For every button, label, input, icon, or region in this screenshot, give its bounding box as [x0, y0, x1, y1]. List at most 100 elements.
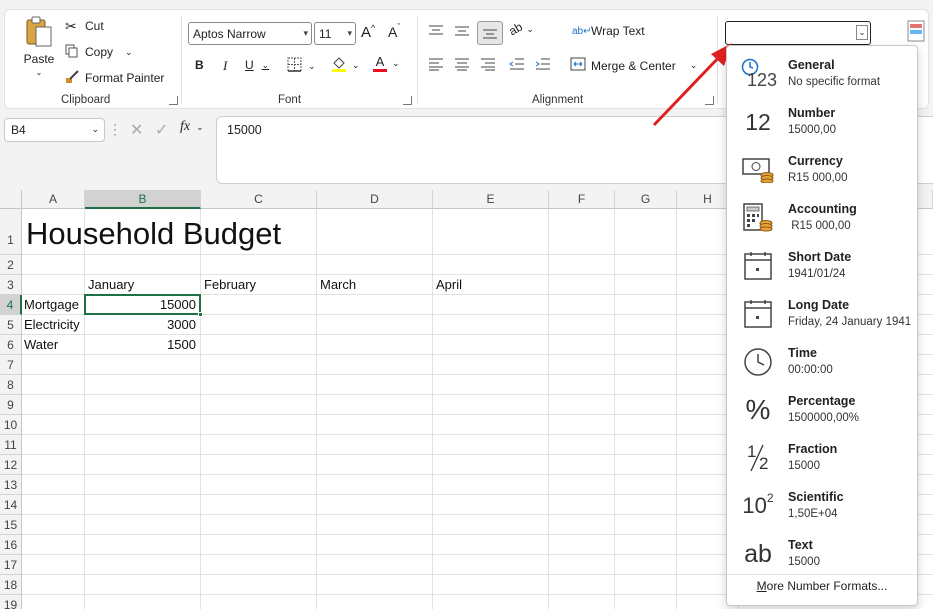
row-header-18[interactable]: 18 [0, 575, 22, 595]
fill-color-button[interactable]: ⌄ [331, 55, 360, 76]
increase-indent-button[interactable] [535, 57, 551, 74]
paste-button[interactable]: Paste ⌄ [17, 16, 61, 86]
row-header-14[interactable]: 14 [0, 495, 22, 515]
cut-button[interactable]: ✂ Cut [65, 16, 104, 36]
cancel-icon[interactable]: ✕ [130, 120, 143, 140]
sheet-title-cell[interactable]: Household Budget [26, 215, 426, 253]
align-middle-button[interactable] [454, 24, 470, 41]
number-format-dropdown: More Number Formats... 123 General No spec… [726, 45, 918, 606]
option-title: Time [788, 346, 817, 360]
number-format-option-number[interactable]: 12 Number 15000,00 [727, 98, 917, 146]
general-digits: 123 [747, 70, 778, 90]
option-title: Text [788, 538, 813, 552]
option-sample: No specific format [788, 76, 881, 88]
row-header-5[interactable]: 5 [0, 315, 22, 335]
number-format-option-scientific[interactable]: 102 Scientific 1,50E+04 [727, 482, 917, 530]
column-header-f[interactable]: F [549, 190, 615, 209]
column-header-a[interactable]: A [22, 190, 85, 209]
align-top-icon [428, 24, 444, 41]
month-header-cell[interactable]: March [320, 275, 430, 295]
align-center-button[interactable] [454, 57, 470, 74]
chevron-down-icon: ⌄ [35, 68, 43, 77]
font-name-combo[interactable]: Aptos Narrow ▾ [188, 22, 312, 45]
row-header-2[interactable]: 2 [0, 255, 22, 275]
align-right-button[interactable] [480, 57, 496, 74]
row-header-3[interactable]: 3 [0, 275, 22, 295]
number-format-option-short-date[interactable]: Short Date 1941/01/24 [727, 242, 917, 290]
column-header-b[interactable]: B [85, 190, 201, 209]
italic-button[interactable]: I [223, 58, 227, 74]
more-number-formats-link[interactable]: More Number Formats... [727, 579, 917, 593]
row-header-10[interactable]: 10 [0, 415, 22, 435]
clock-123-icon: 123 [741, 58, 778, 90]
font-size-combo[interactable]: 11 ▾ [314, 22, 356, 45]
clipboard-launcher-icon[interactable] [169, 96, 178, 105]
copy-button[interactable]: Copy ⌄ [65, 42, 133, 62]
number-format-option-fraction[interactable]: 1 2 Fraction 15000 [727, 434, 917, 482]
decrease-font-button[interactable]: Aˇ [388, 22, 400, 40]
number-format-option-time[interactable]: Time 00:00:00 [727, 338, 917, 386]
orientation-button[interactable]: ab ⌄ [506, 20, 534, 39]
fill-handle[interactable] [198, 312, 203, 317]
chevron-down-icon[interactable]: ⌄ [856, 25, 868, 40]
gridline [84, 209, 85, 609]
row-header-11[interactable]: 11 [0, 435, 22, 455]
row-header-15[interactable]: 15 [0, 515, 22, 535]
row-header-8[interactable]: 8 [0, 375, 22, 395]
number-format-option-currency[interactable]: Currency R15 000,00 [727, 146, 917, 194]
option-title: Short Date [788, 250, 852, 264]
copy-icon [65, 44, 85, 61]
increase-font-button[interactable]: A ^ [361, 23, 375, 42]
number-format-option-long-date[interactable]: Long Date Friday, 24 January 1941 [727, 290, 917, 338]
row-header-1[interactable]: 1 [0, 209, 22, 255]
number-format-option-percentage[interactable]: % Percentage 1500000,00% [727, 386, 917, 434]
clipboard-paste-icon [25, 16, 53, 48]
month-header-cell[interactable]: February [204, 275, 314, 295]
underline-button[interactable]: U ⌄ [245, 58, 269, 72]
percent-glyph: % [745, 394, 771, 425]
name-box-value: B4 [11, 123, 26, 137]
column-header-c[interactable]: C [201, 190, 317, 209]
option-title: Accounting [788, 202, 857, 216]
row-header-17[interactable]: 17 [0, 555, 22, 575]
align-top-button[interactable] [428, 24, 444, 41]
row-header-13[interactable]: 13 [0, 475, 22, 495]
number-format-option-accounting[interactable]: Accounting R15 000,00 [727, 194, 917, 242]
name-box[interactable]: B4 ⌄ [4, 118, 105, 142]
formula-value: 15000 [227, 123, 262, 137]
format-painter-button[interactable]: Format Painter [65, 68, 164, 88]
column-header-e[interactable]: E [433, 190, 549, 209]
row-header-16[interactable]: 16 [0, 535, 22, 555]
item-value-cell[interactable]: 3000 [88, 315, 196, 335]
conditional-formatting-button[interactable] [907, 20, 925, 45]
number-format-option-text[interactable]: ab Text 15000 [727, 530, 917, 578]
borders-button[interactable]: ⌄ [287, 57, 316, 75]
chevron-down-icon: ⌄ [308, 60, 316, 71]
number-format-option-general[interactable]: 123 General No specific format [727, 50, 917, 98]
item-value-cell[interactable]: 1500 [88, 335, 196, 355]
decrease-indent-button[interactable] [509, 57, 525, 74]
align-left-button[interactable] [428, 57, 444, 74]
row-header-12[interactable]: 12 [0, 455, 22, 475]
option-title: General [788, 58, 835, 72]
bold-button[interactable]: B [195, 58, 204, 72]
column-header-g[interactable]: G [615, 190, 677, 209]
gridline [614, 209, 615, 609]
italic-icon: I [223, 58, 228, 73]
select-all-corner[interactable] [0, 190, 22, 209]
month-header-cell[interactable]: January [88, 275, 198, 295]
wrap-text-button[interactable]: ab↵ Wrap Text [572, 24, 645, 38]
fraction-bottom: 2 [759, 454, 769, 473]
enter-check-icon[interactable]: ✓ [155, 120, 168, 140]
font-color-button[interactable]: A ⌄ [373, 55, 400, 72]
insert-function-button[interactable]: fx ⌄ [180, 119, 204, 135]
font-launcher-icon[interactable] [403, 96, 412, 105]
row-header-6[interactable]: 6 [0, 335, 22, 355]
row-header-7[interactable]: 7 [0, 355, 22, 375]
column-header-d[interactable]: D [317, 190, 433, 209]
month-header-cell[interactable]: April [436, 275, 546, 295]
row-header-9[interactable]: 9 [0, 395, 22, 415]
row-header-19[interactable]: 19 [0, 595, 22, 609]
align-bottom-button[interactable] [477, 21, 503, 45]
row-header-4[interactable]: 4 [0, 295, 22, 315]
